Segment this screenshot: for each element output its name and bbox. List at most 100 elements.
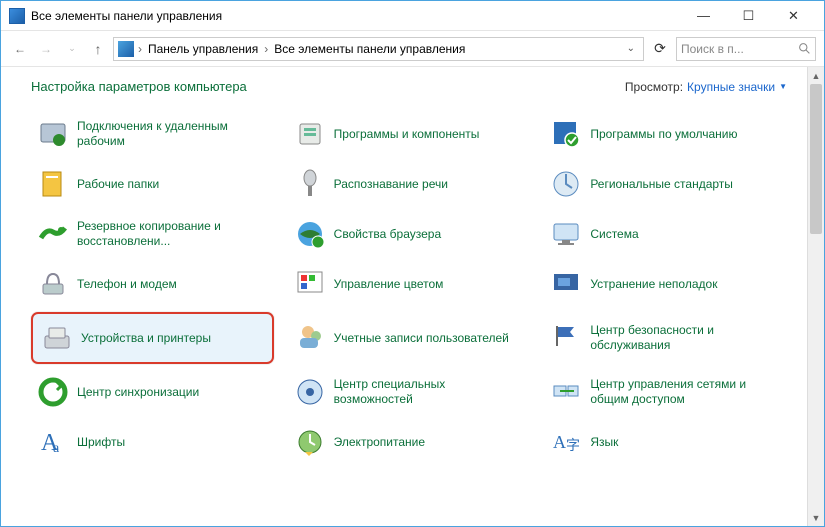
control-panel-item[interactable]: Устранение неполадок <box>544 262 787 306</box>
nav-back[interactable]: ← <box>9 38 31 60</box>
item-icon <box>550 322 582 354</box>
refresh-button[interactable]: ⟳ <box>648 40 672 57</box>
maximize-button[interactable]: ☐ <box>726 2 771 30</box>
item-icon <box>37 268 69 300</box>
breadcrumb-item[interactable]: Панель управления <box>146 42 260 56</box>
item-label: Программы по умолчанию <box>590 127 737 142</box>
page-title: Настройка параметров компьютера <box>31 79 625 94</box>
control-panel-item[interactable]: A字 Язык <box>544 420 787 464</box>
content-area: Настройка параметров компьютера Просмотр… <box>1 67 824 526</box>
content-header: Настройка параметров компьютера Просмотр… <box>31 79 787 94</box>
breadcrumb-bar[interactable]: › Панель управления › Все элементы панел… <box>113 37 644 61</box>
item-icon <box>37 168 69 200</box>
item-icon <box>550 218 582 250</box>
window: Все элементы панели управления — ☐ ✕ ← →… <box>0 0 825 527</box>
item-icon <box>550 168 582 200</box>
item-label: Шрифты <box>77 435 125 450</box>
item-icon <box>294 426 326 458</box>
control-panel-item[interactable]: Центр синхронизации <box>31 370 274 414</box>
control-panel-item[interactable]: Подключения к удаленным рабочим <box>31 112 274 156</box>
item-icon <box>294 376 326 408</box>
item-icon <box>294 118 326 150</box>
control-panel-item[interactable]: Система <box>544 212 787 256</box>
item-label: Телефон и модем <box>77 277 177 292</box>
search-icon <box>798 42 811 55</box>
chevron-right-icon: › <box>262 42 270 56</box>
item-icon <box>550 268 582 300</box>
window-title: Все элементы панели управления <box>31 9 681 23</box>
item-icon <box>294 322 326 354</box>
item-label: Программы и компоненты <box>334 127 480 142</box>
control-panel-item[interactable]: Программы и компоненты <box>288 112 531 156</box>
control-panel-item[interactable]: Региональные стандарты <box>544 162 787 206</box>
search-placeholder: Поиск в п... <box>681 42 794 56</box>
minimize-button[interactable]: — <box>681 2 726 30</box>
control-panel-item[interactable]: Свойства браузера <box>288 212 531 256</box>
item-label: Резервное копирование и восстановлени... <box>77 219 268 249</box>
control-panel-item[interactable]: Распознавание речи <box>288 162 531 206</box>
vertical-scrollbar[interactable]: ▲ ▼ <box>807 67 824 526</box>
control-panel-item[interactable]: Электропитание <box>288 420 531 464</box>
view-value: Крупные значки <box>687 80 775 94</box>
nav-recent-dropdown[interactable]: ⌄ <box>61 38 83 60</box>
svg-text:A: A <box>553 432 566 452</box>
item-icon <box>37 218 69 250</box>
item-label: Управление цветом <box>334 277 444 292</box>
item-icon: A字 <box>550 426 582 458</box>
breadcrumb-item[interactable]: Все элементы панели управления <box>272 42 467 56</box>
control-panel-icon <box>9 8 25 24</box>
item-icon <box>294 218 326 250</box>
item-label: Устройства и принтеры <box>81 331 211 346</box>
control-panel-item[interactable]: Центр специальных возможностей <box>288 370 531 414</box>
item-label: Устранение неполадок <box>590 277 717 292</box>
control-panel-item[interactable]: Телефон и модем <box>31 262 274 306</box>
navbar: ← → ⌄ ↑ › Панель управления › Все элемен… <box>1 31 824 67</box>
item-icon <box>294 168 326 200</box>
item-icon: Aa <box>37 426 69 458</box>
item-label: Электропитание <box>334 435 425 450</box>
control-panel-item[interactable]: Aa Шрифты <box>31 420 274 464</box>
nav-up[interactable]: ↑ <box>87 38 109 60</box>
item-icon <box>294 268 326 300</box>
item-label: Центр управления сетями и общим доступом <box>590 377 781 407</box>
control-panel-item[interactable]: Управление цветом <box>288 262 531 306</box>
item-label: Система <box>590 227 638 242</box>
view-label: Просмотр: <box>625 80 683 94</box>
svg-text:a: a <box>53 441 60 456</box>
item-label: Центр синхронизации <box>77 385 199 400</box>
titlebar: Все элементы панели управления — ☐ ✕ <box>1 1 824 31</box>
view-selector[interactable]: Крупные значки ▼ <box>687 80 787 94</box>
item-label: Подключения к удаленным рабочим <box>77 119 268 149</box>
control-panel-item[interactable]: Устройства и принтеры <box>31 312 274 364</box>
item-icon <box>550 118 582 150</box>
item-label: Свойства браузера <box>334 227 442 242</box>
search-input[interactable]: Поиск в п... <box>676 37 816 61</box>
item-label: Язык <box>590 435 618 450</box>
items-grid: Подключения к удаленным рабочим Программы… <box>31 112 787 464</box>
item-label: Центр безопасности и обслуживания <box>590 323 781 353</box>
scroll-down-button[interactable]: ▼ <box>808 509 824 526</box>
scroll-thumb[interactable] <box>810 84 822 234</box>
chevron-right-icon: › <box>136 42 144 56</box>
item-label: Региональные стандарты <box>590 177 733 192</box>
item-label: Учетные записи пользователей <box>334 331 509 346</box>
control-panel-item[interactable]: Учетные записи пользователей <box>288 312 531 364</box>
item-label: Центр специальных возможностей <box>334 377 525 407</box>
control-panel-item[interactable]: Центр безопасности и обслуживания <box>544 312 787 364</box>
item-icon <box>41 322 73 354</box>
item-icon <box>37 376 69 408</box>
item-icon <box>550 376 582 408</box>
item-icon <box>37 118 69 150</box>
scroll-up-button[interactable]: ▲ <box>808 67 824 84</box>
svg-text:字: 字 <box>566 437 580 453</box>
item-label: Рабочие папки <box>77 177 159 192</box>
breadcrumb-dropdown[interactable]: ⌄ <box>623 43 639 54</box>
control-panel-item[interactable]: Рабочие папки <box>31 162 274 206</box>
chevron-down-icon: ▼ <box>779 82 787 91</box>
control-panel-item[interactable]: Программы по умолчанию <box>544 112 787 156</box>
nav-forward[interactable]: → <box>35 38 57 60</box>
item-label: Распознавание речи <box>334 177 448 192</box>
control-panel-item[interactable]: Резервное копирование и восстановлени... <box>31 212 274 256</box>
control-panel-item[interactable]: Центр управления сетями и общим доступом <box>544 370 787 414</box>
close-button[interactable]: ✕ <box>771 2 816 30</box>
